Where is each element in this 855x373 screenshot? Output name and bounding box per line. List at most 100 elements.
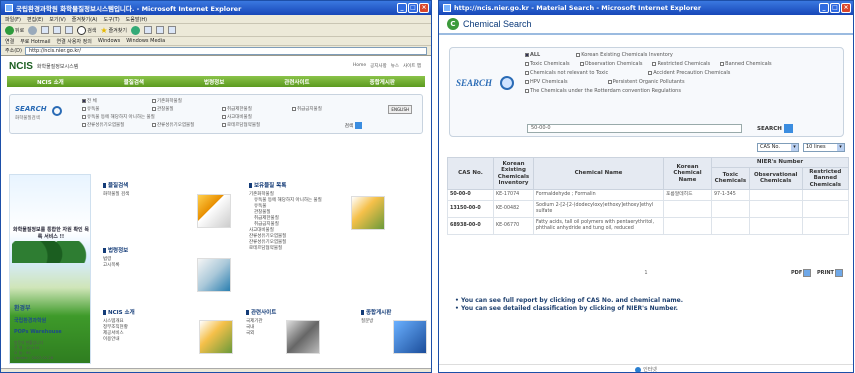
opt-korean-inventory[interactable]: Korean Existing Chemicals Inventory (576, 52, 673, 58)
toxic-number-link[interactable] (711, 200, 750, 218)
close-icon[interactable]: × (419, 3, 429, 13)
opt-label: 잔류성유기오염물질 (157, 123, 195, 128)
top-link-sitemap[interactable]: 사이트 맵 (403, 63, 421, 69)
print-button[interactable]: PRINT (817, 269, 843, 277)
status-zone: 인터넷 (643, 367, 657, 373)
pops-logo[interactable]: POPs Warehouse (14, 329, 92, 335)
toxic-number-link[interactable]: 97-1-345 (711, 189, 750, 201)
opt-label: HPV Chemicals (530, 79, 568, 85)
lines-select[interactable]: 10 lines ▾ (803, 143, 845, 152)
korean-search-button[interactable]: 검색 (345, 122, 362, 129)
opt-banned[interactable]: 취급금지물질 (292, 106, 362, 112)
close-icon[interactable]: × (841, 3, 851, 13)
opt-rotterdam[interactable]: The Chemicals under the Rotterdam conven… (525, 88, 681, 94)
nav-related[interactable]: 관련사이트 (284, 78, 309, 86)
minimize-icon[interactable]: _ (397, 3, 407, 13)
sort-select[interactable]: CAS No. ▾ (757, 143, 799, 152)
opt-label: Korean Existing Chemicals Inventory (581, 52, 673, 58)
nav-about[interactable]: NCIS 소개 (37, 78, 64, 86)
opt-pops-2[interactable]: 잔류성유기오염물질 (152, 122, 222, 128)
stop-icon[interactable] (41, 26, 50, 34)
mail-icon[interactable] (155, 26, 164, 34)
opt-all[interactable]: 전 체 (82, 98, 152, 104)
site-logo-sub: 화학물질정보시스템 (36, 63, 79, 70)
opt-not-toxic[interactable]: 유독물 등에 해당하지 아니하는 물질 (82, 114, 222, 120)
menu-tools[interactable]: 도구(T) (104, 16, 120, 23)
cas-search-input[interactable]: 50-00-0 (527, 124, 742, 133)
menu-edit[interactable]: 편집(E) (27, 16, 43, 23)
chemical-search-page: C Chemical Search SEARCH ALL Korean Exis… (439, 15, 853, 373)
menu-file[interactable]: 파일(F) (5, 16, 21, 23)
opt-hpv[interactable]: HPV Chemicals (525, 79, 568, 85)
cas-link[interactable]: 68938-00-0 (447, 217, 494, 235)
cas-link[interactable]: 50-00-0 (447, 189, 494, 201)
maximize-icon[interactable]: □ (408, 3, 418, 13)
nav-search[interactable]: 물질검색 (124, 78, 144, 86)
toxic-number-link[interactable] (711, 217, 750, 235)
cas-link[interactable]: 13150-00-0 (447, 200, 494, 218)
opt-restricted[interactable]: 취급제한물질 (222, 106, 292, 112)
link-customize[interactable]: 연결 사용자 정의 (57, 38, 92, 45)
korean-name-cell (663, 217, 712, 235)
menu-help[interactable]: 도움말(H) (126, 16, 147, 23)
chemical-name-link[interactable]: Formaldehyde ; Formalin (533, 189, 664, 201)
opt-not-toxic[interactable]: Chemicals not relevant to Toxic (525, 70, 608, 76)
search-label: 검색 (87, 27, 97, 34)
nav-board[interactable]: 종합게시판 (370, 78, 395, 86)
opt-restricted[interactable]: Restricted Chemicals (652, 61, 710, 67)
top-link-home[interactable]: Home (353, 63, 366, 69)
favorites-label: 즐겨찾기 (108, 27, 127, 34)
link-windows[interactable]: Windows (98, 38, 120, 44)
media-icon[interactable] (130, 25, 140, 35)
home-icon[interactable] (65, 26, 74, 34)
visitor-stats: 방문자 현황입니다 전 체 : 10,434 오 늘 : 95 Update :… (14, 340, 92, 360)
pdf-button[interactable]: PDF (791, 269, 812, 277)
opt-pops[interactable]: Persistent Organic Pollutants (607, 79, 685, 85)
opt-accident[interactable]: Accident Precaution Chemicals (648, 70, 730, 76)
opt-toxic[interactable]: 유독물 (82, 106, 152, 112)
opt-pops-1[interactable]: 잔류성유기오염물질 (82, 122, 152, 128)
opt-accident[interactable]: 사고대비물질 (222, 114, 292, 120)
site-logo[interactable]: NCIS (9, 61, 33, 72)
search-button[interactable]: 검색 (77, 25, 97, 35)
opt-rotterdam[interactable]: 로테르담협약물질 (222, 122, 292, 128)
favorites-button[interactable]: ★ 즐겨찾기 (100, 26, 127, 35)
header-kec: Korean Existing Chemicals Inventory (493, 157, 534, 190)
opt-banned[interactable]: Banned Chemicals (720, 61, 772, 67)
header-chemical-name[interactable]: Chemical Name (533, 157, 664, 190)
opt-observation[interactable]: Observation Chemicals (579, 61, 642, 67)
english-button[interactable]: ENGLISH (388, 105, 412, 114)
opt-toxic[interactable]: Toxic Chemicals (525, 61, 570, 67)
opt-observation[interactable]: 관찰물질 (152, 106, 222, 112)
menu-favorites[interactable]: 즐겨찾기(A) (72, 16, 98, 23)
chevron-down-icon: ▾ (837, 144, 844, 151)
hero-banner: 화학물질정보를 통합한 자원 확인 목록 서비스 !! 환경부 국립환경과학원 … (9, 174, 91, 364)
menu-view[interactable]: 보기(V) (49, 16, 66, 23)
go-icon (783, 124, 793, 133)
minimize-icon[interactable]: _ (819, 3, 829, 13)
table-row: 50-00-0 KE-17074 Formaldehyde ; Formalin… (447, 189, 850, 201)
address-input[interactable]: http://ncis.nier.go.kr/ (24, 46, 427, 55)
refresh-icon[interactable] (53, 26, 62, 34)
history-icon[interactable] (143, 26, 152, 34)
link-hotmail[interactable]: 무료 Hotmail (20, 38, 50, 45)
section-link[interactable]: 이용안내 (103, 337, 203, 343)
header-cas[interactable]: CAS No. (447, 157, 494, 190)
print-icon[interactable] (167, 26, 176, 34)
top-link-news[interactable]: 뉴스 (391, 63, 399, 69)
section-link[interactable]: 로테르담협약물질 (249, 246, 379, 252)
link-windows-media[interactable]: Windows Media (126, 38, 165, 44)
nier-logo[interactable]: 국립환경과학원 (14, 317, 92, 324)
opt-existing[interactable]: 기존화학물질 (152, 98, 222, 104)
top-link-notice[interactable]: 공지사항 (370, 63, 387, 69)
opt-all[interactable]: ALL (525, 52, 540, 58)
maximize-icon[interactable]: □ (830, 3, 840, 13)
nav-laws[interactable]: 법령정보 (204, 78, 224, 86)
kec-cell: KE-17074 (493, 189, 534, 201)
ministry-logo[interactable]: 환경부 (14, 303, 92, 312)
chemical-name-link[interactable]: Fatty acids, tall oil polymers with pent… (533, 217, 664, 235)
forward-icon[interactable] (28, 25, 38, 35)
search-button[interactable]: SEARCH (757, 124, 793, 133)
back-button[interactable]: 뒤로 (5, 25, 24, 35)
chemical-name-link[interactable]: Sodium 2-[2-[2-(dodecyloxy)ethoxy]ethoxy… (533, 200, 664, 218)
